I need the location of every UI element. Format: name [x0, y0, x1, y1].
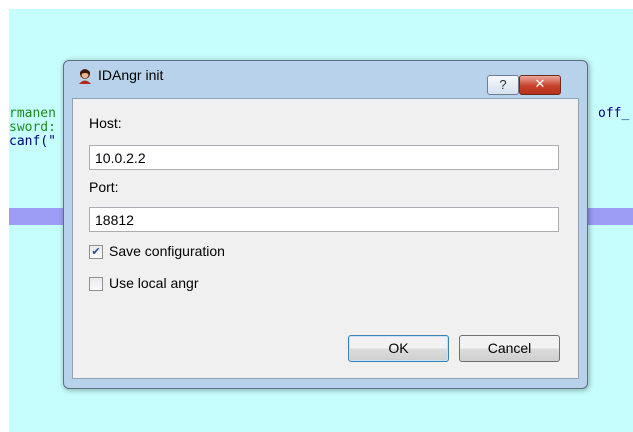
save-configuration-checkbox[interactable]: ✔ — [89, 245, 103, 259]
use-local-angr-label[interactable]: Use local angr — [109, 275, 199, 291]
save-configuration-label[interactable]: Save configuration — [109, 243, 225, 259]
idangr-init-dialog: IDAngr init ? ✕ Host: Port: ✔ Save confi… — [63, 60, 588, 389]
checkmark-icon: ✔ — [91, 245, 101, 258]
code-line: sword: — [9, 120, 56, 135]
ok-button[interactable]: OK — [348, 335, 449, 362]
host-label: Host: — [89, 115, 122, 131]
port-label: Port: — [89, 179, 119, 195]
use-local-angr-checkbox[interactable] — [89, 277, 103, 291]
port-input[interactable] — [89, 207, 559, 232]
host-input[interactable] — [89, 145, 559, 170]
help-button[interactable]: ? — [487, 75, 519, 95]
cancel-button[interactable]: Cancel — [459, 335, 560, 362]
disassembly-text-left: rmanen sword: canf(" — [9, 107, 56, 149]
line-highlight — [9, 208, 65, 225]
dialog-title: IDAngr init — [98, 67, 164, 83]
code-line: off_ — [598, 106, 630, 121]
line-highlight — [586, 208, 633, 225]
disassembly-text-right: off_ — [598, 107, 629, 121]
code-line: rmanen — [9, 106, 56, 121]
dialog-titlebar[interactable]: IDAngr init ? ✕ — [64, 61, 587, 95]
dialog-body: Host: Port: ✔ Save configuration Use loc… — [72, 98, 579, 379]
app-icon — [79, 69, 91, 84]
code-line: canf(" — [9, 134, 56, 149]
close-button[interactable]: ✕ — [519, 75, 561, 95]
